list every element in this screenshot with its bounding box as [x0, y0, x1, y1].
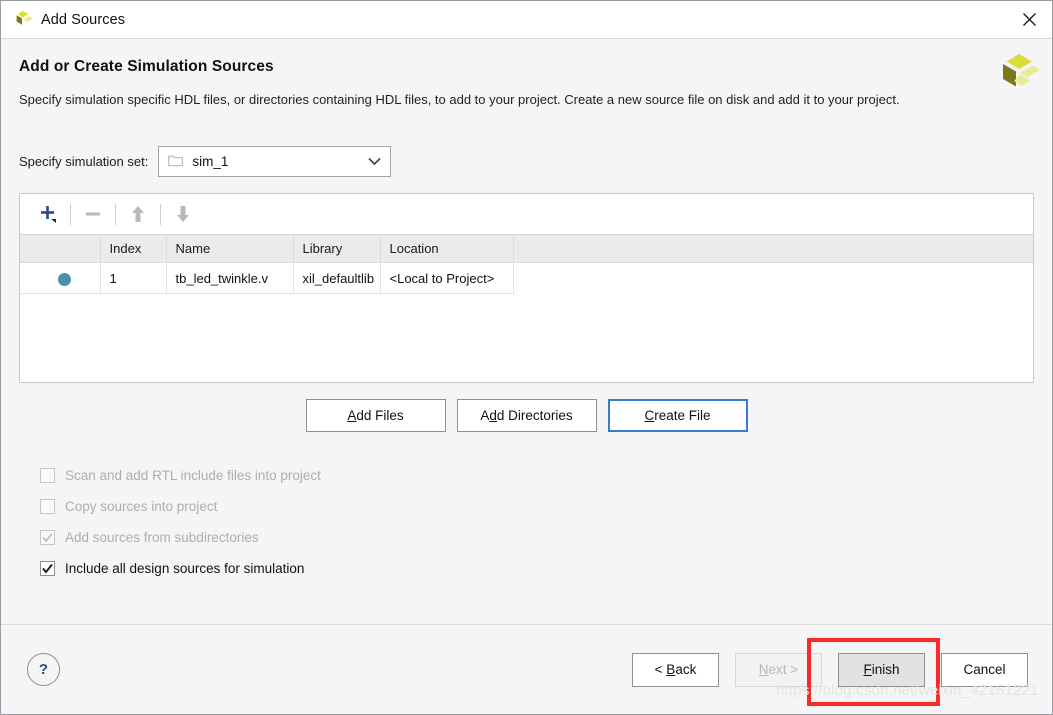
title-bar: Add Sources: [1, 1, 1052, 39]
simulation-set-row: Specify simulation set: sim_1: [19, 146, 1034, 177]
next-button: Next >: [735, 652, 822, 687]
folder-icon: [168, 154, 184, 170]
checkbox-box: [40, 561, 55, 576]
toolbar-separator: [160, 203, 161, 225]
table-row[interactable]: 1 tb_led_twinkle.v xil_defaultlib <Local…: [20, 262, 1033, 294]
xilinx-logo-icon: [994, 53, 1040, 101]
chevron-down-icon[interactable]: [367, 154, 382, 169]
sources-table-panel: Index Name Library Location 1 tb_led_twi…: [19, 193, 1034, 383]
column-header-library[interactable]: Library: [293, 235, 381, 263]
wizard-navigation: < Back Next > Finish Cancel: [632, 652, 1028, 687]
row-index-cell: 1: [100, 262, 167, 294]
dialog-footer: ? < Back Next > Finish Cancel: [1, 624, 1052, 714]
back-button[interactable]: < Back: [632, 652, 719, 687]
column-header-filler: [513, 235, 1033, 263]
checkbox-box: [40, 499, 55, 514]
create-file-button[interactable]: Create File: [607, 399, 748, 432]
next-label-rest: ext >: [768, 662, 799, 677]
finish-button[interactable]: Finish: [838, 652, 925, 687]
add-directories-button[interactable]: Add Directories: [456, 399, 597, 432]
close-icon[interactable]: [1006, 1, 1052, 37]
checkbox-add-sources-subdirectories[interactable]: Add sources from subdirectories: [40, 522, 1034, 553]
checkbox-scan-add-rtl-include[interactable]: Scan and add RTL include files into proj…: [40, 460, 1034, 491]
add-directories-label-rest: d Directories: [496, 408, 573, 423]
column-header-index[interactable]: Index: [100, 235, 167, 263]
row-filler-cell: [513, 262, 1033, 294]
xilinx-logo-icon: [12, 9, 34, 31]
add-files-label-rest: dd Files: [356, 408, 404, 423]
back-label-rest: ack: [675, 662, 697, 677]
file-actions-row: Add Files Add Directories Create File: [19, 399, 1034, 432]
create-file-label-rest: reate File: [654, 408, 711, 423]
finish-label-rest: inish: [871, 662, 900, 677]
simulation-set-value: sim_1: [192, 154, 229, 169]
window-title: Add Sources: [41, 11, 126, 28]
toolbar-separator: [115, 203, 116, 225]
checkbox-label: Scan and add RTL include files into proj…: [65, 468, 321, 483]
row-library-cell[interactable]: xil_defaultlib: [293, 262, 381, 294]
status-dot-icon: [57, 272, 71, 286]
column-header-location[interactable]: Location: [380, 235, 514, 263]
checkbox-include-design-sources[interactable]: Include all design sources for simulatio…: [40, 553, 1034, 584]
simulation-set-label: Specify simulation set:: [19, 154, 149, 169]
row-status-cell: [20, 262, 101, 294]
add-source-button[interactable]: [31, 200, 65, 228]
row-name-cell[interactable]: tb_led_twinkle.v: [166, 262, 294, 294]
table-header-row: Index Name Library Location: [20, 235, 1033, 263]
move-down-button[interactable]: [166, 200, 200, 228]
sources-table-toolbar: [20, 194, 1033, 235]
checkbox-box: [40, 530, 55, 545]
add-files-button[interactable]: Add Files: [305, 399, 446, 432]
remove-source-button[interactable]: [76, 200, 110, 228]
sources-table: Index Name Library Location 1 tb_led_twi…: [20, 235, 1033, 294]
options-checkbox-group: Scan and add RTL include files into proj…: [40, 460, 1034, 584]
checkbox-label: Include all design sources for simulatio…: [65, 561, 305, 576]
dialog-body: Specify simulation set: sim_1 Index Name…: [1, 110, 1052, 624]
cancel-button[interactable]: Cancel: [941, 652, 1028, 687]
checkbox-box: [40, 468, 55, 483]
checkbox-copy-sources[interactable]: Copy sources into project: [40, 491, 1034, 522]
page-title: Add or Create Simulation Sources: [19, 58, 274, 75]
checkbox-label: Add sources from subdirectories: [65, 530, 259, 545]
simulation-set-dropdown[interactable]: sim_1: [158, 146, 392, 177]
header-section: Add or Create Simulation Sources Specify…: [1, 39, 1052, 110]
help-button[interactable]: ?: [27, 653, 60, 686]
page-description: Specify simulation specific HDL files, o…: [19, 92, 900, 107]
column-header-name[interactable]: Name: [166, 235, 294, 263]
checkbox-label: Copy sources into project: [65, 499, 218, 514]
add-sources-dialog: Add Sources Add or Create Simulation Sou…: [0, 0, 1053, 715]
column-header-status[interactable]: [20, 235, 101, 263]
move-up-button[interactable]: [121, 200, 155, 228]
toolbar-separator: [70, 203, 71, 225]
row-location-cell: <Local to Project>: [380, 262, 514, 294]
